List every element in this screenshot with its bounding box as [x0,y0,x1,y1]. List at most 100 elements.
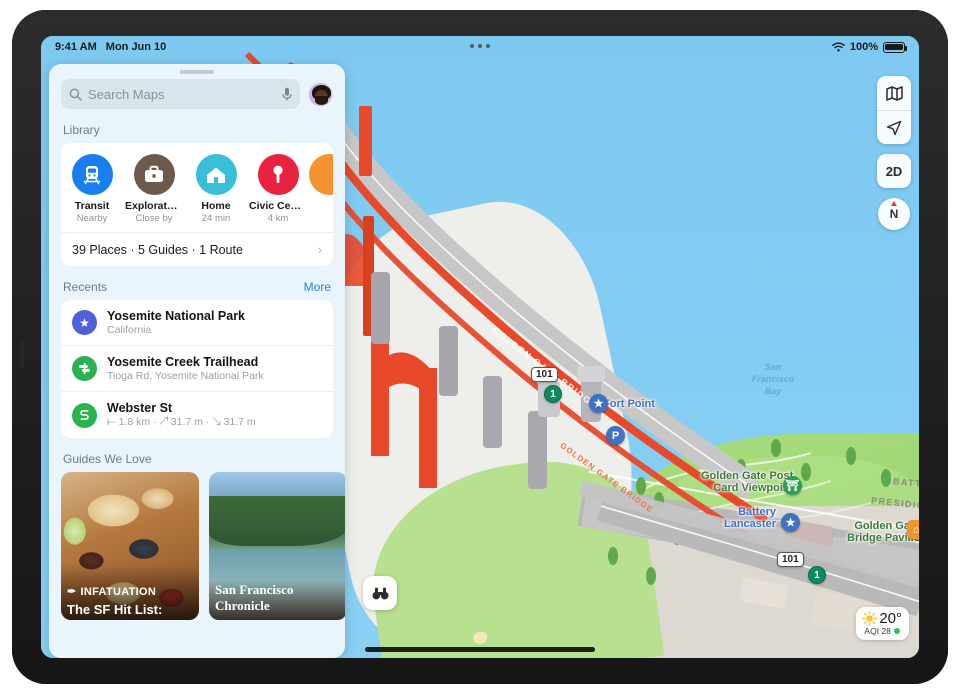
fort-point-label: Fort Point [603,398,655,410]
pin-icon [257,154,299,195]
guide-card-brand: San Francisco Chronicle [215,582,294,613]
multitasking-controls-button[interactable] [470,44,490,48]
library-item-label: Explorato… [125,200,184,212]
guide-brand-label: INFATUATION [80,585,157,598]
more-icon [309,154,333,195]
library-item-civic-center[interactable]: Civic Cen… 4 km [247,154,309,224]
sun-icon [862,611,878,626]
library-item-sub: 24 min [201,213,231,224]
location-arrow-icon [886,120,902,135]
library-summary-label: 39 Places · 5 Guides · 1 Route [72,242,243,257]
recents-item-webster-st[interactable]: Webster St ⟝ 1.8 km · ↗ 31.7 m · ↘ 31.7 … [61,391,333,438]
guide-card-infatuation[interactable]: ✒ INFATUATION The SF Hit List: [61,472,199,620]
recents-item-yosemite-national-park[interactable]: ★ Yosemite National Park California [61,300,333,345]
aqi-label: AQI 28 [864,626,891,636]
look-around-button[interactable] [363,576,397,610]
recents-card: ★ Yosemite National Park California Yose… [61,300,333,438]
train-icon [71,154,113,195]
library-grid: Transit Nearby Explorato… Close by Home … [61,143,333,232]
guide-card-sf-chronicle[interactable]: San Francisco Chronicle [209,472,345,620]
map-icon [885,85,903,101]
sidebar-scroll-area[interactable]: Search Maps Library Transit Nearby Explo… [49,79,345,658]
recents-header-label: Recents [63,280,108,294]
maps-sidebar: Search Maps Library Transit Nearby Explo… [49,64,345,658]
viewpoint-label-line1: Golden Gate Post [701,470,794,482]
multitask-dot [478,44,482,48]
guides-carousel[interactable]: ✒ INFATUATION The SF Hit List: San Franc… [61,472,345,624]
library-item-label: Home [201,200,231,212]
guides-section-header: Guides We Love [63,452,152,466]
library-item-more[interactable] [309,154,333,224]
guide-card-brand: ✒ INFATUATION [67,585,157,599]
library-item-home[interactable]: Home 24 min [185,154,247,224]
map-style-button[interactable] [877,76,911,110]
battery-label-line1: Battery [738,506,776,518]
viewpoint-pin[interactable]: ⛩ [783,476,802,495]
status-bar-left: 9:41 AM Mon Jun 10 [55,41,166,53]
recents-item-yosemite-creek-trailhead[interactable]: Yosemite Creek Trailhead Tioga Rd, Yosem… [61,345,333,391]
chevron-right-icon: › [317,242,322,257]
viewpoint-label: Golden Gate Post Card Viewpoint [701,470,793,494]
library-item-sub: 4 km [267,213,289,224]
pavilion-pin[interactable]: ⌂ [907,520,919,539]
aqi-status-dot [893,628,900,634]
multitask-dot [470,44,474,48]
route-icon [72,402,97,428]
account-avatar[interactable] [308,81,333,107]
status-date: Mon Jun 10 [105,41,167,53]
search-row: Search Maps [61,79,333,109]
bay-label: San Francisco Bay [741,361,805,397]
battery-icon [883,41,907,53]
battery-percent: 100% [849,41,878,53]
viewpoint-label-line2: Card Viewpoint [713,482,794,494]
recents-item-title: Webster St [107,401,173,415]
library-item-exploratorium[interactable]: Explorato… Close by [123,154,185,224]
recents-section-header: Recents More [63,280,331,294]
sidebar-grabber[interactable] [180,70,214,74]
recents-item-subtitle: Tioga Rd, Yosemite National Park [107,370,264,382]
briefcase-icon [133,154,175,195]
bay-line-2: Francisco [751,374,795,384]
infatuation-logo: ✒ [67,586,77,598]
weather-temperature: 20° [879,610,902,627]
trail-sign-icon [72,356,97,381]
status-bar-right: 100% [832,41,907,53]
home-indicator[interactable] [365,647,595,652]
route-shield-101[interactable]: 101 [531,367,558,382]
recents-more-button[interactable]: More [304,280,331,294]
star-icon: ★ [72,310,97,335]
multitask-dot [486,44,490,48]
weather-widget[interactable]: 20° AQI 28 [856,607,909,640]
route-shield-1-lower[interactable]: 1 [808,566,826,584]
route-shield-101-lower[interactable]: 101 [777,552,804,567]
search-placeholder: Search Maps [88,86,165,102]
microphone-icon [282,87,292,101]
map-controls-group-top [877,76,911,144]
map-controls-group-dimension: 2D [877,154,911,188]
locate-me-button[interactable] [877,110,911,144]
dimension-toggle-button[interactable]: 2D [877,154,911,188]
map-controls: 2D N [877,76,911,230]
search-input[interactable]: Search Maps [61,79,300,109]
weather-current: 20° [862,610,902,627]
library-item-transit[interactable]: Transit Nearby [61,154,123,224]
library-section-header: Library [63,123,100,137]
parking-pin[interactable]: P [606,426,625,445]
library-summary-row[interactable]: 39 Places · 5 Guides · 1 Route › [61,232,333,266]
library-item-label: Transit [74,200,110,212]
recents-item-title: Yosemite Creek Trailhead [107,355,259,369]
library-item-sub: Close by [135,213,173,224]
library-card: Transit Nearby Explorato… Close by Home … [61,143,333,266]
route-shield-1[interactable]: 1 [544,385,562,403]
house-icon [195,154,237,195]
recents-item-subtitle: California [107,324,152,336]
recents-item-subtitle: ⟝ 1.8 km · ↗ 31.7 m · ↘ 31.7 m [107,416,256,428]
fort-point-pin[interactable]: ★ [589,394,608,413]
status-time: 9:41 AM [55,41,97,53]
compass-button[interactable]: N [878,198,910,230]
screen: GOLDEN GATE BRIDGE GOLDEN GATE BRIDGE 10… [41,36,919,658]
battery-lancaster-pin[interactable]: ★ [781,513,800,532]
library-item-sub: Nearby [76,213,108,224]
bay-line-1: San [764,362,782,372]
weather-aqi: AQI 28 [862,626,902,636]
